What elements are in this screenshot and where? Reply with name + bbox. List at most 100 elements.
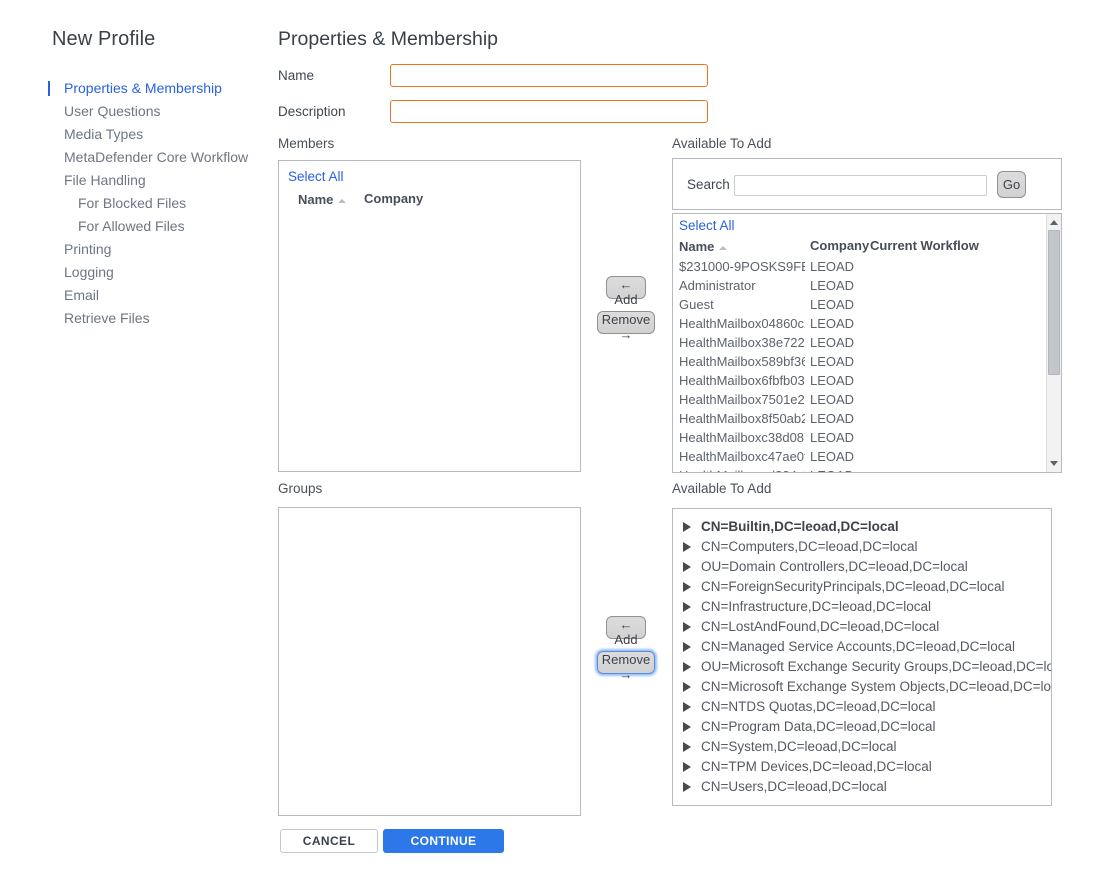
user-row[interactable]: HealthMailboxcd884c9LEOAD	[679, 466, 1039, 473]
group-tree-item[interactable]: OU=Microsoft Exchange Security Groups,DC…	[673, 657, 1051, 677]
name-input[interactable]	[390, 64, 708, 87]
description-input[interactable]	[390, 100, 708, 123]
sidebar-item-label: Retrieve Files	[64, 310, 150, 326]
user-row[interactable]: HealthMailbox7501e27LEOAD	[679, 390, 1039, 409]
user-company: LEOAD	[810, 390, 854, 409]
user-rows: $231000-9POSKS9FE7H3LEOADAdministratorLE…	[679, 257, 1039, 473]
expand-arrow-icon[interactable]	[683, 662, 691, 672]
expand-arrow-icon[interactable]	[683, 682, 691, 692]
user-name: HealthMailboxc38d087	[679, 428, 805, 447]
sidebar-item-file-handling[interactable]: File Handling	[48, 169, 278, 192]
sidebar-item-printing[interactable]: Printing	[48, 238, 278, 261]
expand-arrow-icon[interactable]	[683, 622, 691, 632]
expand-arrow-icon[interactable]	[683, 742, 691, 752]
group-tree-item[interactable]: CN=Builtin,DC=leoad,DC=local	[673, 517, 1051, 537]
group-tree-item[interactable]: CN=Managed Service Accounts,DC=leoad,DC=…	[673, 637, 1051, 657]
expand-arrow-icon[interactable]	[683, 582, 691, 592]
members-select-all-link[interactable]: Select All	[288, 169, 344, 184]
group-tree-item[interactable]: CN=Computers,DC=leoad,DC=local	[673, 537, 1051, 557]
group-tree-item[interactable]: CN=Microsoft Exchange System Objects,DC=…	[673, 677, 1051, 697]
sort-asc-icon	[719, 246, 727, 250]
group-tree-item[interactable]: CN=NTDS Quotas,DC=leoad,DC=local	[673, 697, 1051, 717]
users-select-all-link[interactable]: Select All	[679, 218, 735, 233]
user-row[interactable]: HealthMailbox6fbfb03LEOAD	[679, 371, 1039, 390]
add-groups-button[interactable]: ← Add	[606, 616, 646, 639]
user-row[interactable]: HealthMailbox04860c2 LEOAD	[679, 314, 1039, 333]
expand-arrow-icon[interactable]	[683, 602, 691, 612]
page-title: New Profile	[52, 28, 155, 51]
user-row[interactable]: $231000-9POSKS9FE7H3LEOAD	[679, 257, 1039, 276]
users-scrollbar[interactable]	[1046, 214, 1061, 472]
group-dn-label: CN=Users,DC=leoad,DC=local	[701, 779, 887, 794]
add-members-button[interactable]: ← Add	[606, 276, 646, 299]
search-input[interactable]	[734, 175, 987, 196]
group-tree-item[interactable]: CN=ForeignSecurityPrincipals,DC=leoad,DC…	[673, 577, 1051, 597]
go-button[interactable]: Go	[997, 171, 1026, 198]
scrollbar-thumb[interactable]	[1048, 230, 1060, 375]
users-company-header[interactable]: Company	[810, 238, 869, 253]
sidebar-item-label: Printing	[64, 241, 111, 257]
expand-arrow-icon[interactable]	[683, 522, 691, 532]
continue-button[interactable]: CONTINUE	[383, 829, 504, 853]
user-row[interactable]: AdministratorLEOAD	[679, 276, 1039, 295]
group-tree-item[interactable]: CN=System,DC=leoad,DC=local	[673, 737, 1051, 757]
user-row[interactable]: HealthMailboxc47ae0fLEOAD	[679, 447, 1039, 466]
sidebar-item-label: Media Types	[64, 126, 143, 142]
sidebar-item-properties-membership[interactable]: Properties & Membership	[48, 77, 278, 100]
members-listbox[interactable]: Select All Name Company	[278, 160, 581, 472]
expand-arrow-icon[interactable]	[683, 562, 691, 572]
sidebar-item-for-blocked-files[interactable]: For Blocked Files	[48, 192, 278, 215]
group-tree-item[interactable]: CN=Infrastructure,DC=leoad,DC=local	[673, 597, 1051, 617]
sidebar-item-label: User Questions	[64, 103, 160, 119]
group-tree-item[interactable]: CN=Users,DC=leoad,DC=local	[673, 777, 1051, 797]
user-company: LEOAD	[810, 333, 854, 352]
members-company-header[interactable]: Company	[364, 191, 423, 206]
expand-arrow-icon[interactable]	[683, 642, 691, 652]
group-tree-item[interactable]: CN=TPM Devices,DC=leoad,DC=local	[673, 757, 1051, 777]
scroll-down-icon[interactable]	[1050, 461, 1058, 466]
available-groups-tree[interactable]: CN=Builtin,DC=leoad,DC=localCN=Computers…	[672, 508, 1052, 806]
user-row[interactable]: HealthMailbox38e7223LEOAD	[679, 333, 1039, 352]
user-company: LEOAD	[810, 257, 854, 276]
group-tree-item[interactable]: CN=Program Data,DC=leoad,DC=local	[673, 717, 1051, 737]
sidebar-item-user-questions[interactable]: User Questions	[48, 100, 278, 123]
group-dn-label: CN=ForeignSecurityPrincipals,DC=leoad,DC…	[701, 579, 1005, 594]
expand-arrow-icon[interactable]	[683, 782, 691, 792]
user-name: Guest	[679, 295, 805, 314]
sidebar-item-for-allowed-files[interactable]: For Allowed Files	[48, 215, 278, 238]
cancel-button[interactable]: CANCEL	[280, 829, 378, 853]
group-tree-item[interactable]: CN=LostAndFound,DC=leoad,DC=local	[673, 617, 1051, 637]
sidebar-item-logging[interactable]: Logging	[48, 261, 278, 284]
remove-members-button[interactable]: Remove →	[597, 311, 655, 334]
groups-listbox[interactable]	[278, 507, 581, 816]
user-name: HealthMailboxc47ae0f	[679, 447, 805, 466]
user-row[interactable]: GuestLEOAD	[679, 295, 1039, 314]
sidebar-item-metadefender-core-workflow[interactable]: MetaDefender Core Workflow	[48, 146, 278, 169]
users-name-header[interactable]: Name	[679, 239, 727, 254]
expand-arrow-icon[interactable]	[683, 542, 691, 552]
profile-section-nav: Properties & Membership User Questions Med…	[48, 77, 278, 330]
sidebar-item-media-types[interactable]: Media Types	[48, 123, 278, 146]
sidebar-item-label: Properties & Membership	[64, 80, 222, 96]
sidebar-item-email[interactable]: Email	[48, 284, 278, 307]
expand-arrow-icon[interactable]	[683, 702, 691, 712]
new-profile-page: New Profile Properties & Membership User …	[0, 0, 1097, 878]
user-name: HealthMailbox04860c2	[679, 314, 805, 333]
available-users-listbox[interactable]: Select All Name Company Current Workflow…	[672, 213, 1062, 473]
members-name-header[interactable]: Name	[298, 192, 346, 207]
sidebar-item-retrieve-files[interactable]: Retrieve Files	[48, 307, 278, 330]
user-company: LEOAD	[810, 314, 854, 333]
user-company: LEOAD	[810, 409, 854, 428]
user-row[interactable]: HealthMailbox8f50ab2LEOAD	[679, 409, 1039, 428]
user-row[interactable]: HealthMailbox589bf36LEOAD	[679, 352, 1039, 371]
user-row[interactable]: HealthMailboxc38d087LEOAD	[679, 428, 1039, 447]
users-workflow-header[interactable]: Current Workflow	[870, 238, 979, 253]
user-company: LEOAD	[810, 466, 854, 473]
expand-arrow-icon[interactable]	[683, 722, 691, 732]
expand-arrow-icon[interactable]	[683, 762, 691, 772]
group-dn-label: CN=System,DC=leoad,DC=local	[701, 739, 896, 754]
scroll-up-icon[interactable]	[1050, 220, 1058, 225]
user-name: HealthMailbox589bf36	[679, 352, 805, 371]
group-tree-item[interactable]: OU=Domain Controllers,DC=leoad,DC=local	[673, 557, 1051, 577]
remove-groups-button[interactable]: Remove →	[597, 651, 655, 674]
